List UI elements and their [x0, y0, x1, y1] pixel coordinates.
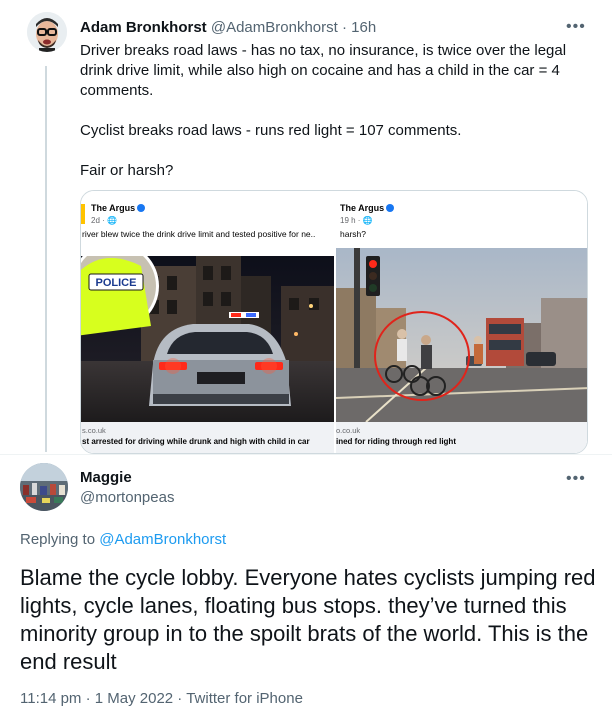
globe-icon: 🌐	[107, 216, 117, 225]
replying-to-label: Replying to	[20, 531, 100, 548]
link-headline: ined for riding through red light	[336, 437, 456, 446]
post-meta: 19 h · 🌐	[340, 216, 373, 225]
tweet1-paragraph: Fair or harsh?	[80, 162, 174, 179]
tweet-time[interactable]: 16h	[351, 19, 376, 36]
avatar-adam-bronkhorst[interactable]	[27, 12, 67, 52]
tweet1-paragraph: Driver breaks road laws - has no tax, no…	[80, 42, 567, 99]
media-card[interactable]: The Argus 2d · 🌐 river blew twice the dr…	[80, 190, 588, 454]
cyclist-photo	[336, 248, 587, 422]
author-handle[interactable]: @mortonpeas	[80, 488, 174, 508]
more-icon[interactable]: •••	[566, 471, 586, 487]
separator-dot: ·	[341, 19, 347, 36]
avatar-illustration	[27, 12, 67, 52]
publisher-name: The Argus	[340, 203, 395, 213]
tweet1-text: Driver breaks road laws - has no tax, no…	[80, 41, 580, 181]
author-name[interactable]: Adam Bronkhorst	[80, 19, 207, 36]
publisher-logo	[81, 204, 85, 224]
avatar-maggie[interactable]	[20, 463, 68, 511]
more-icon[interactable]: •••	[566, 19, 586, 35]
verified-icon	[386, 204, 395, 212]
media-image-left[interactable]: The Argus 2d · 🌐 river blew twice the dr…	[81, 191, 334, 453]
link-domain: s.co.uk	[82, 426, 106, 435]
globe-icon: 🌐	[362, 216, 373, 225]
post-meta: 2d · 🌐	[91, 216, 117, 225]
avatar-photo	[20, 463, 68, 511]
tweet-timestamp[interactable]: 11:14 pm · 1 May 2022 · Twitter for iPho…	[20, 689, 303, 709]
tweet2-text: Blame the cycle lobby. Everyone hates cy…	[20, 565, 596, 674]
link-domain: o.co.uk	[336, 426, 361, 435]
verified-icon	[137, 204, 146, 212]
link-headline: st arrested for driving while drunk and …	[82, 437, 310, 446]
tweet-divider	[0, 454, 612, 455]
post-text: harsh?	[340, 229, 366, 239]
publisher-name: The Argus	[91, 203, 146, 213]
reply-mention-link[interactable]: @AdamBronkhorst	[99, 531, 226, 548]
author-name[interactable]: Maggie	[80, 468, 132, 488]
tweet1-header: Adam Bronkhorst @AdamBronkhorst · 16h	[80, 18, 376, 38]
post-text: river blew twice the drink drive limit a…	[82, 229, 316, 239]
police-sign-text: POLICE	[96, 277, 137, 289]
tweet1-paragraph: Cyclist breaks road laws - runs red ligh…	[80, 122, 462, 139]
thread-connector-line	[45, 66, 47, 452]
media-image-right[interactable]: The Argus 19 h · 🌐 harsh? o.co.uk ined f…	[336, 191, 587, 453]
night-street-photo: POLICE	[81, 256, 334, 422]
author-handle[interactable]: @AdamBronkhorst	[211, 19, 338, 36]
replying-to: Replying to @AdamBronkhorst	[20, 530, 226, 550]
